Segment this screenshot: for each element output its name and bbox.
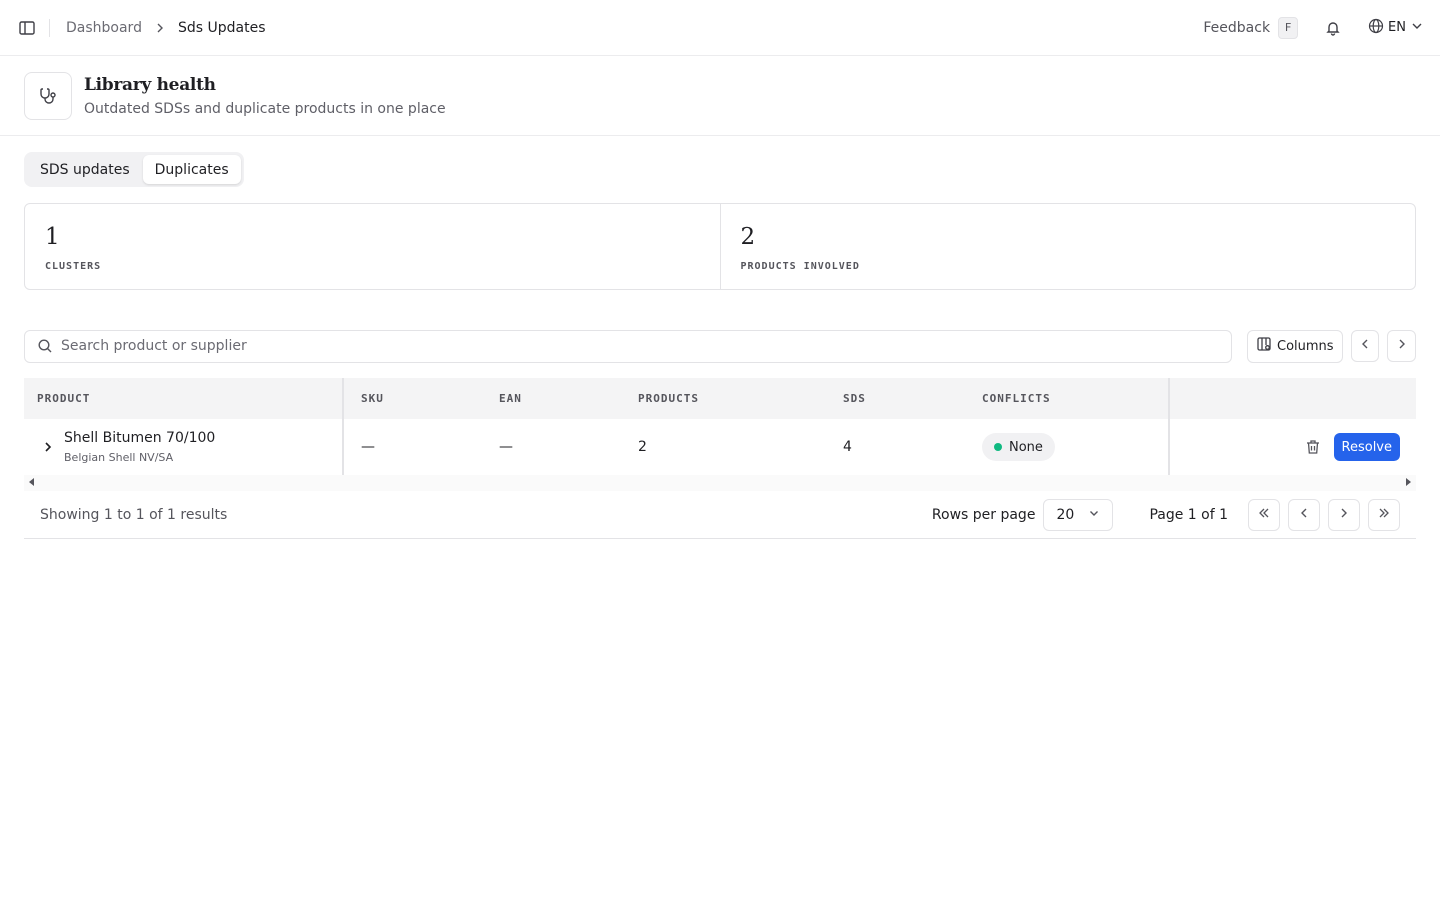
stat-label: CLUSTERS — [45, 261, 102, 272]
table-header: PRODUCT SKU EAN PRODUCTS SDS CONFLICTS — [24, 378, 1416, 419]
language-selector[interactable]: EN — [1368, 18, 1424, 38]
top-bar: Dashboard Sds Updates Feedback F EN — [0, 0, 1440, 56]
column-header-conflicts[interactable]: CONFLICTS — [965, 378, 1170, 419]
stat-clusters: 1 CLUSTERS — [25, 204, 720, 289]
tab-list: SDS updates Duplicates — [24, 152, 244, 187]
breadcrumb-current: Sds Updates — [177, 19, 266, 36]
duplicates-table: PRODUCT SKU EAN PRODUCTS SDS CONFLICTS S… — [24, 378, 1416, 539]
product-supplier: Belgian Shell NV/SA — [64, 451, 174, 464]
cell-sku: — — [361, 439, 375, 455]
page-info: Page 1 of 1 — [1149, 506, 1228, 523]
cell-conflicts: None — [965, 419, 1170, 475]
columns-label: Columns — [1277, 338, 1334, 354]
language-label: EN — [1388, 20, 1406, 35]
scroll-left-arrow-icon[interactable] — [28, 475, 36, 491]
rows-per-page-label: Rows per page — [931, 506, 1036, 523]
stat-products-involved: 2 PRODUCTS INVOLVED — [719, 204, 1416, 289]
page-subtitle: Outdated SDSs and duplicate products in … — [84, 100, 446, 117]
column-header-sku[interactable]: SKU — [344, 378, 482, 419]
cell-ean: — — [499, 439, 513, 455]
chevrons-right-icon — [1377, 506, 1391, 524]
table-toolbar: Columns — [24, 329, 1416, 363]
feedback-label: Feedback — [1203, 19, 1271, 36]
page-header: Library health Outdated SDSs and duplica… — [0, 56, 1440, 136]
next-page-button[interactable] — [1328, 498, 1360, 531]
trash-icon[interactable] — [1304, 438, 1322, 456]
search-input[interactable] — [61, 338, 1219, 354]
stat-value: 2 — [740, 224, 756, 250]
feedback-shortcut: F — [1278, 16, 1299, 39]
conflicts-label: None — [1009, 439, 1043, 455]
bell-icon[interactable] — [1324, 19, 1342, 37]
sidebar-toggle-icon[interactable] — [18, 19, 36, 37]
table-row: Shell Bitumen 70/100 Belgian Shell NV/SA… — [24, 419, 1416, 475]
resolve-button[interactable]: Resolve — [1333, 433, 1400, 461]
results-summary: Showing 1 to 1 of 1 results — [40, 506, 228, 523]
stats-panel: 1 CLUSTERS 2 PRODUCTS INVOLVED — [24, 203, 1416, 290]
columns-icon — [1256, 336, 1272, 356]
column-header-actions — [1170, 378, 1416, 419]
cell-sds: 4 — [843, 439, 852, 455]
chevron-right-icon — [1396, 338, 1408, 354]
columns-button[interactable]: Columns — [1247, 329, 1343, 363]
stat-value: 1 — [45, 224, 60, 250]
column-header-sds[interactable]: SDS — [826, 378, 965, 419]
cell-products: 2 — [638, 439, 647, 455]
table-footer: Showing 1 to 1 of 1 results Rows per pag… — [24, 491, 1416, 539]
chevrons-left-icon — [1257, 506, 1271, 524]
feedback-button[interactable]: Feedback F — [1203, 16, 1299, 39]
column-header-ean[interactable]: EAN — [482, 378, 621, 419]
scroll-left-button[interactable] — [1350, 330, 1380, 362]
first-page-button[interactable] — [1248, 498, 1280, 531]
conflicts-badge: None — [982, 433, 1055, 461]
previous-page-button[interactable] — [1288, 498, 1320, 531]
cell-actions: Resolve — [1170, 419, 1416, 475]
divider — [49, 18, 50, 37]
chevron-right-icon — [154, 22, 166, 34]
chevron-left-icon — [1359, 338, 1371, 354]
chevron-down-icon — [1410, 19, 1424, 37]
search-icon — [37, 338, 53, 354]
breadcrumb: Dashboard Sds Updates — [66, 20, 265, 36]
horizontal-scrollbar[interactable] — [24, 475, 1416, 491]
page-title: Library health — [84, 74, 216, 95]
scroll-right-arrow-icon[interactable] — [1404, 475, 1412, 491]
expand-row-icon[interactable] — [36, 435, 60, 459]
search-box — [24, 329, 1232, 363]
last-page-button[interactable] — [1368, 498, 1400, 531]
breadcrumb-dashboard[interactable]: Dashboard — [66, 20, 142, 36]
stethoscope-icon — [24, 71, 72, 120]
tab-sds-updates[interactable]: SDS updates — [27, 155, 143, 184]
chevron-left-icon — [1298, 507, 1310, 523]
tab-duplicates[interactable]: Duplicates — [142, 155, 241, 184]
cell-product: Shell Bitumen 70/100 Belgian Shell NV/SA — [24, 419, 344, 475]
status-dot — [994, 443, 1002, 451]
rows-per-page-value: 20 — [1056, 506, 1075, 523]
chevron-down-icon — [1088, 507, 1100, 523]
scroll-right-button[interactable] — [1387, 330, 1416, 362]
column-header-product[interactable]: PRODUCT — [24, 378, 344, 419]
chevron-right-icon — [1338, 507, 1350, 523]
globe-icon — [1368, 18, 1384, 38]
rows-per-page-select[interactable]: 20 — [1043, 498, 1114, 531]
stat-label: PRODUCTS INVOLVED — [740, 261, 860, 272]
column-header-products[interactable]: PRODUCTS — [621, 378, 826, 419]
product-name: Shell Bitumen 70/100 — [64, 430, 216, 446]
pagination: Rows per page 20 Page 1 of 1 — [931, 498, 1400, 531]
